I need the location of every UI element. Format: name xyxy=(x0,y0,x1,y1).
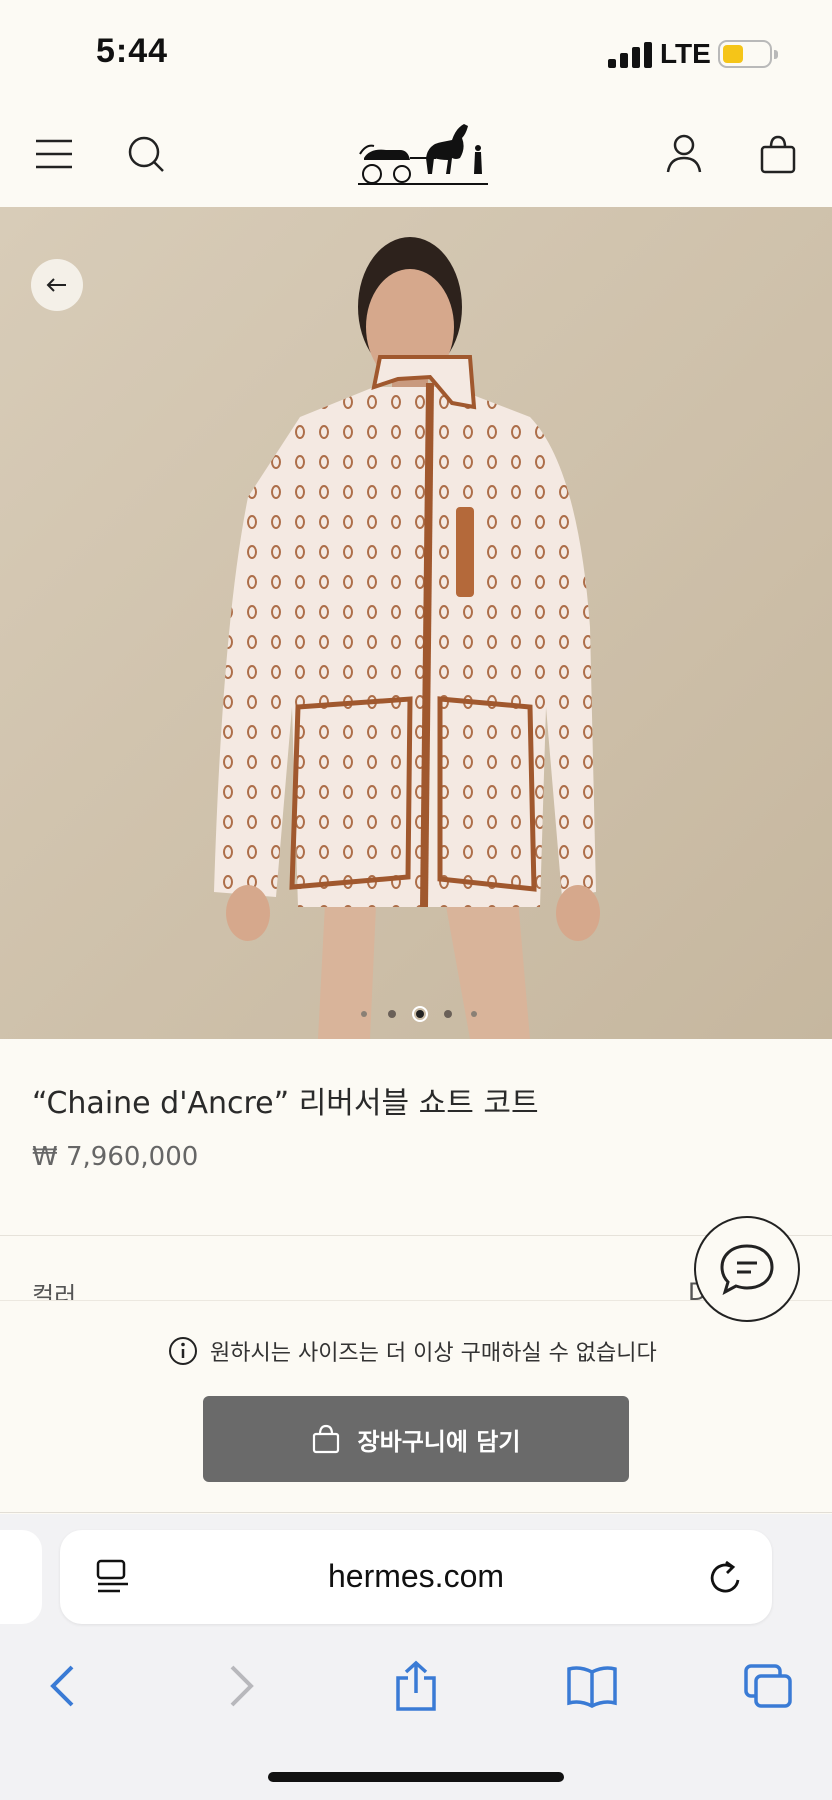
status-bar: 5:44 LTE xyxy=(0,0,832,100)
carousel-dot[interactable] xyxy=(388,1010,396,1018)
notice-text: 원하시는 사이즈는 더 이상 구매하실 수 없습니다 xyxy=(210,1341,657,1366)
network-type: LTE xyxy=(660,38,711,69)
chevron-left-icon xyxy=(50,1665,74,1707)
user-icon xyxy=(666,134,702,173)
bag-button[interactable] xyxy=(748,124,808,184)
bookmarks-button[interactable] xyxy=(560,1654,624,1718)
product-image[interactable] xyxy=(0,207,832,1039)
chevron-right-icon xyxy=(230,1665,254,1707)
browser-toolbar: hermes.com xyxy=(0,1514,832,1800)
battery-icon xyxy=(718,40,772,68)
shopping-bag-icon xyxy=(312,1424,339,1454)
account-button[interactable] xyxy=(654,124,714,184)
tabs-icon xyxy=(744,1664,792,1708)
hamburger-icon xyxy=(36,139,72,169)
url-text[interactable]: hermes.com xyxy=(60,1558,772,1595)
home-indicator xyxy=(268,1772,564,1782)
book-icon xyxy=(567,1666,617,1708)
chat-bubble-icon xyxy=(720,1244,774,1295)
search-button[interactable] xyxy=(116,124,176,184)
carousel-dot[interactable] xyxy=(471,1011,477,1017)
add-to-cart-button[interactable]: 장바구니에 담기 xyxy=(203,1396,629,1482)
site-header xyxy=(0,100,832,207)
carousel-indicator[interactable] xyxy=(358,1004,478,1024)
address-bar[interactable]: hermes.com xyxy=(60,1530,772,1624)
model-wearing-coat-image xyxy=(0,207,832,1039)
add-to-cart-label: 장바구니에 담기 xyxy=(357,1427,521,1456)
back-button[interactable] xyxy=(31,259,83,311)
purchase-panel: 원하시는 사이즈는 더 이상 구매하실 수 없습니다 장바구니에 담기 xyxy=(0,1300,832,1513)
share-button[interactable] xyxy=(384,1654,448,1718)
previous-tab-preview[interactable] xyxy=(0,1530,42,1624)
cellular-signal-icon xyxy=(608,42,652,68)
hermes-logo-icon[interactable] xyxy=(356,114,490,190)
shopping-bag-icon xyxy=(760,135,796,174)
search-icon xyxy=(128,136,164,172)
tabs-button[interactable] xyxy=(736,1654,800,1718)
product-title: “Chaine d'Ancre” 리버서블 쇼트 코트 xyxy=(32,1086,539,1121)
arrow-left-icon xyxy=(46,278,66,292)
availability-notice: 원하시는 사이즈는 더 이상 구매하실 수 없습니다 xyxy=(168,1335,657,1367)
carousel-dot[interactable] xyxy=(444,1010,452,1018)
browser-back-button[interactable] xyxy=(30,1654,94,1718)
reload-icon[interactable] xyxy=(706,1558,746,1598)
status-time: 5:44 xyxy=(96,32,169,70)
menu-button[interactable] xyxy=(24,124,84,184)
product-price: ₩ 7,960,000 xyxy=(32,1142,199,1172)
carousel-dot[interactable] xyxy=(361,1011,367,1017)
share-icon xyxy=(396,1660,436,1711)
browser-forward-button[interactable] xyxy=(210,1654,274,1718)
chat-button[interactable] xyxy=(694,1216,800,1322)
info-icon xyxy=(169,1337,197,1365)
